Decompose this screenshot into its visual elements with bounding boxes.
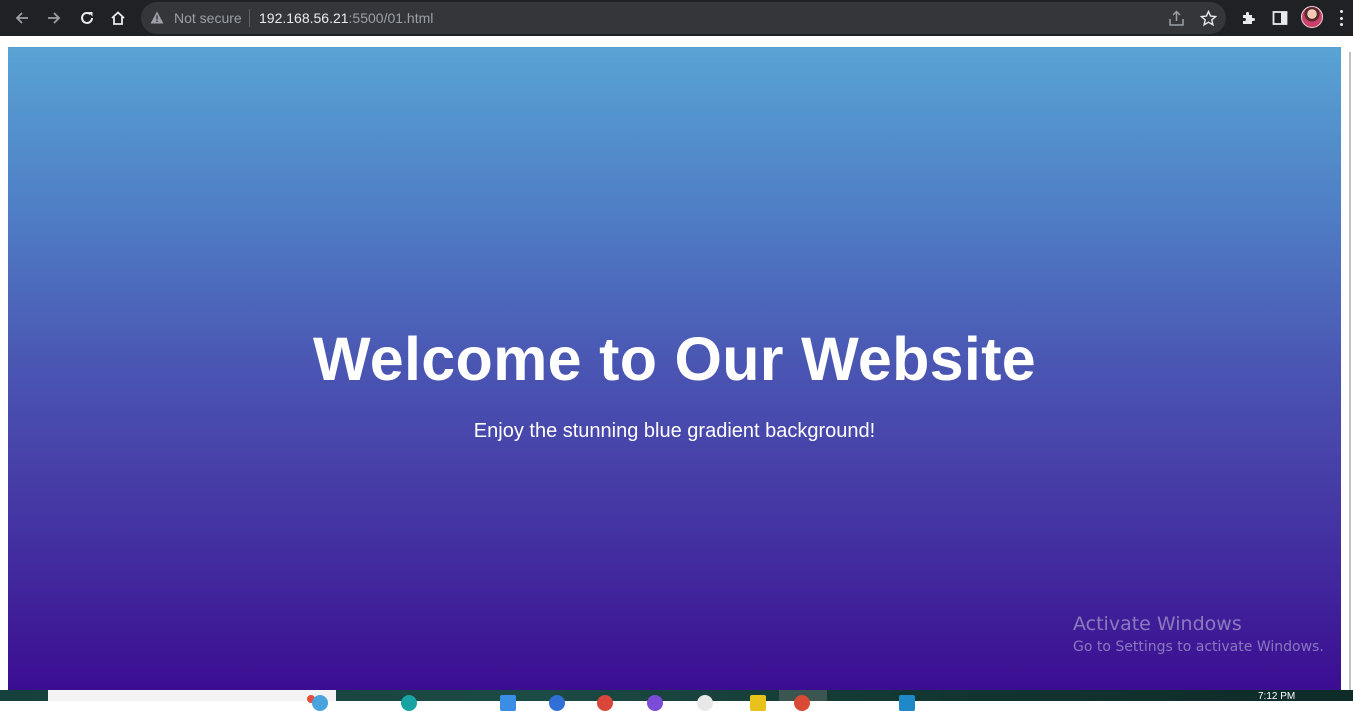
back-arrow-icon bbox=[15, 12, 28, 24]
forward-button[interactable] bbox=[42, 6, 66, 30]
taskbar-clock[interactable]: 7:12 PM bbox=[1258, 691, 1295, 702]
share-icon bbox=[1168, 9, 1184, 26]
taskbar-search-box[interactable] bbox=[48, 690, 336, 701]
share-button[interactable] bbox=[1166, 8, 1186, 28]
taskbar-app-icon[interactable] bbox=[549, 695, 565, 711]
back-button[interactable] bbox=[10, 6, 34, 30]
reload-icon bbox=[81, 11, 93, 24]
warning-icon bbox=[150, 11, 164, 24]
bookmark-button[interactable] bbox=[1198, 8, 1218, 28]
star-icon bbox=[1199, 9, 1217, 26]
taskbar-app-icon[interactable] bbox=[697, 695, 713, 711]
side-panel-icon bbox=[1272, 11, 1288, 25]
extensions-icon bbox=[1242, 11, 1255, 24]
taskbar-app-icon[interactable] bbox=[597, 695, 613, 711]
taskbar-app-icon[interactable] bbox=[647, 695, 663, 711]
taskbar-app-icon[interactable] bbox=[312, 695, 328, 711]
taskbar-app-icon[interactable] bbox=[401, 695, 417, 711]
browser-toolbar: Not secure 192.168.56.21:5500/01.html bbox=[0, 0, 1353, 36]
watermark-title: Activate Windows bbox=[1073, 613, 1242, 635]
home-button[interactable] bbox=[106, 6, 130, 30]
url-text[interactable]: 192.168.56.21:5500/01.html bbox=[259, 10, 433, 26]
forward-arrow-icon bbox=[48, 12, 61, 24]
address-separator bbox=[249, 9, 250, 27]
page-subtitle: Enjoy the stunning blue gradient backgro… bbox=[473, 420, 876, 442]
activation-watermark: Activate Windows Go to Settings to activ… bbox=[1073, 613, 1324, 655]
security-status[interactable]: Not secure bbox=[174, 10, 242, 26]
taskbar-app-icon[interactable] bbox=[750, 695, 766, 711]
page-title: Welcome to Our Website bbox=[313, 325, 1036, 393]
extensions-button[interactable] bbox=[1236, 6, 1260, 30]
home-icon bbox=[111, 11, 125, 25]
url-path: :5500/01.html bbox=[348, 10, 434, 26]
gradient-hero: Welcome to Our Website Enjoy the stunnin… bbox=[8, 47, 1341, 690]
avatar[interactable] bbox=[1301, 6, 1323, 28]
taskbar-app-icon[interactable] bbox=[500, 695, 516, 711]
menu-icon[interactable] bbox=[1334, 8, 1348, 28]
address-bar[interactable]: Not secure 192.168.56.21:5500/01.html bbox=[141, 2, 1226, 34]
side-panel-button[interactable] bbox=[1268, 6, 1292, 30]
watermark-subtitle: Go to Settings to activate Windows. bbox=[1073, 639, 1324, 655]
url-host: 192.168.56.21 bbox=[259, 10, 349, 26]
taskbar-app-icon[interactable] bbox=[794, 695, 810, 711]
taskbar: 7:12 PM bbox=[0, 690, 1353, 711]
scrollbar-thumb[interactable] bbox=[1349, 52, 1351, 692]
reload-button[interactable] bbox=[75, 6, 99, 30]
taskbar-app-icon[interactable] bbox=[899, 695, 915, 711]
page-viewport: Welcome to Our Website Enjoy the stunnin… bbox=[0, 38, 1353, 692]
